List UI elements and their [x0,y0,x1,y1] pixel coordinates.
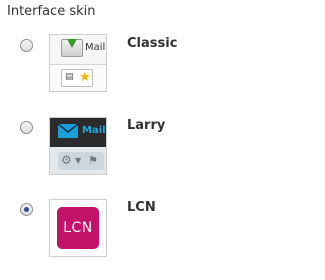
envelope-icon [58,124,78,138]
lcn-logo: LCN [57,207,99,249]
skin-thumbnail-lcn[interactable]: LCN [49,199,107,257]
grid-icon: ▤ [65,72,74,82]
radio-skin-lcn[interactable] [20,203,33,216]
mail-download-icon [61,39,83,57]
lcn-logo-text: LCN [63,220,93,236]
skin-thumbnail-larry[interactable]: Mail ⚙ ▼ ⚑ [49,117,107,175]
skin-label-lcn[interactable]: LCN [127,200,156,215]
thumbnail-mail-label: Mail [82,125,106,136]
radio-skin-classic[interactable] [20,39,33,52]
skin-label-larry[interactable]: Larry [127,118,165,133]
star-icon: ★ [79,70,91,85]
section-title: Interface skin [7,4,96,19]
skin-thumbnail-classic[interactable]: Mail ▤ ★ [49,34,107,92]
skin-label-classic[interactable]: Classic [127,36,177,51]
caret-down-icon: ▼ [75,156,82,165]
flag-icon: ⚑ [88,154,98,167]
thumbnail-mail-label: Mail [85,42,106,53]
gear-icon: ⚙ [61,153,72,167]
radio-skin-larry[interactable] [20,121,33,134]
